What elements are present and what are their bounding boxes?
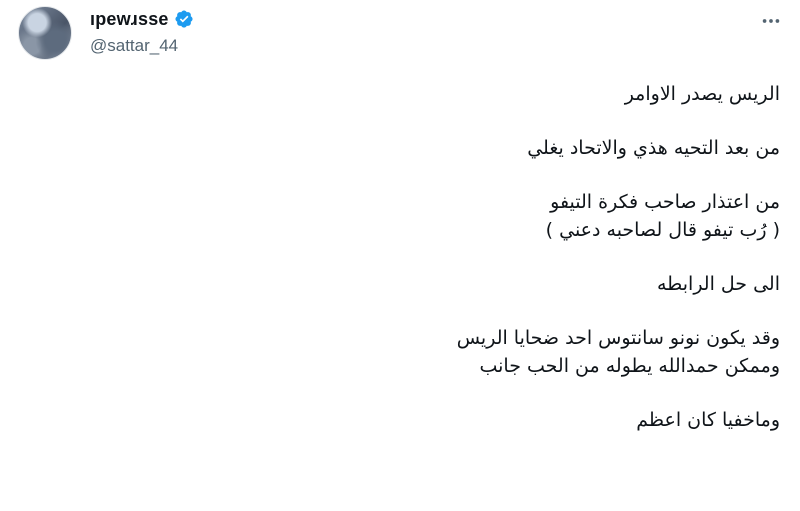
tweet-line: وماخفيا كان اعظم	[636, 409, 780, 431]
tweet-paragraph: وقد يكون نونو سانتوس احد ضحايا الريس ومم…	[60, 324, 780, 380]
tweet-line: الريس يصدر الاوامر	[624, 83, 780, 105]
tweet-line: وممكن حمدالله يطوله من الحب جانب	[479, 355, 780, 377]
tweet-paragraph: من بعد التحيه هذي والاتحاد يغلي	[60, 134, 780, 162]
tweet-line: الى حل الرابطه	[656, 273, 780, 295]
tweet-paragraph: وماخفيا كان اعظم	[60, 406, 780, 434]
tweet-line: من بعد التحيه هذي والاتحاد يغلي	[527, 137, 780, 159]
more-horizontal-icon	[762, 19, 780, 23]
author-name-row[interactable]: ıpewɹsse	[90, 8, 194, 30]
avatar[interactable]	[18, 6, 72, 60]
author-handle[interactable]: @sattar_44	[90, 36, 178, 56]
tweet-paragraph: من اعتذار صاحب فكرة التيفو ( رُب تيفو قا…	[60, 188, 780, 244]
tweet-line: وقد يكون نونو سانتوس احد ضحايا الريس	[456, 327, 780, 349]
tweet-line: ( رُب تيفو قال لصاحبه دعني )	[545, 219, 780, 241]
tweet-paragraph: الى حل الرابطه	[60, 270, 780, 298]
author-display-name[interactable]: ıpewɹsse	[90, 9, 169, 30]
tweet-paragraph: الريس يصدر الاوامر	[60, 80, 780, 108]
tweet-card: ıpewɹsse @sattar_44 الريس يصدر الاوامر م…	[0, 0, 800, 511]
tweet-text: الريس يصدر الاوامر من بعد التحيه هذي وال…	[60, 80, 780, 460]
tweet-line: من اعتذار صاحب فكرة التيفو	[550, 191, 780, 213]
verified-badge-icon	[174, 9, 194, 29]
more-options-button[interactable]	[756, 10, 786, 32]
